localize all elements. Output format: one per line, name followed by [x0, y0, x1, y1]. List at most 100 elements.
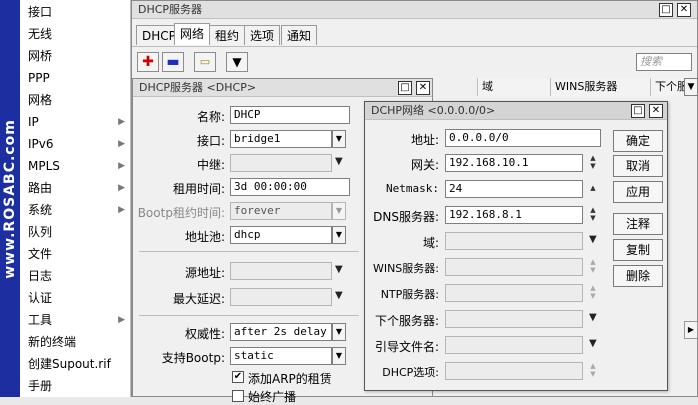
- submenu-arrow-icon: ▶: [118, 183, 125, 193]
- comment-button[interactable]: 注释: [613, 213, 663, 235]
- menu-item-log[interactable]: 日志: [20, 265, 131, 287]
- relay-field[interactable]: [230, 154, 332, 172]
- remove-button[interactable]: 删除: [613, 265, 663, 287]
- menu-item-mpls[interactable]: MPLS ▶: [20, 155, 131, 177]
- authoritative-select[interactable]: after 2s delay: [230, 323, 332, 341]
- search-input[interactable]: 搜索: [636, 53, 692, 71]
- relay-label: 中继:: [196, 158, 225, 172]
- src-address-field[interactable]: [230, 262, 332, 280]
- tab-options[interactable]: 选项: [244, 25, 281, 45]
- netmask-field[interactable]: 24: [445, 180, 583, 198]
- dhcp-option-field[interactable]: [445, 362, 583, 380]
- spinner-updown-icon[interactable]: ▲ ▼: [588, 206, 598, 224]
- comment-icon[interactable]: ▭: [194, 52, 216, 72]
- column-dropdown-icon[interactable]: ▼: [684, 78, 698, 96]
- delay-threshold-label: 最大延迟:: [172, 292, 225, 306]
- address-pool-select[interactable]: dhcp: [230, 226, 332, 244]
- column-header-wins[interactable]: WINS服务器: [550, 78, 650, 96]
- menu-item-mesh[interactable]: 网格: [20, 89, 131, 111]
- wins-server-field[interactable]: [445, 258, 583, 276]
- menu-item-routing[interactable]: 路由 ▶: [20, 177, 131, 199]
- ntp-server-field[interactable]: [445, 284, 583, 302]
- gateway-field[interactable]: 192.168.10.1: [445, 154, 583, 172]
- chevron-down-icon[interactable]: ▼: [332, 323, 346, 341]
- maximize-button[interactable]: □: [398, 81, 412, 95]
- menu-item-label: 工具: [28, 313, 53, 327]
- spinner-updown-icon[interactable]: ▲ ▼: [588, 284, 598, 302]
- menu-item-system[interactable]: 系统 ▶: [20, 199, 131, 221]
- add-icon[interactable]: ✚: [137, 52, 159, 72]
- address-field[interactable]: 0.0.0.0/0: [445, 129, 601, 147]
- chevron-down-icon[interactable]: ▼: [332, 347, 346, 365]
- menu-item-new-terminal[interactable]: 新的终端: [20, 331, 131, 353]
- menu-item-radius[interactable]: 认证: [20, 287, 131, 309]
- name-field[interactable]: DHCP: [230, 106, 350, 124]
- close-button[interactable]: ✕: [677, 3, 691, 17]
- menu-item-ip[interactable]: IP ▶: [20, 111, 131, 133]
- menu-item-wireless[interactable]: 无线: [20, 23, 131, 45]
- scroll-right-icon[interactable]: ▶: [684, 321, 698, 339]
- expand-arrow-icon[interactable]: ▼: [589, 234, 597, 245]
- menu-item-bridge[interactable]: 网桥: [20, 45, 131, 67]
- menu-item-make-supout[interactable]: 创建Supout.rif: [20, 353, 131, 375]
- chevron-down-icon[interactable]: ▼: [332, 130, 346, 148]
- delay-threshold-field[interactable]: [230, 288, 332, 306]
- tab-alerts[interactable]: 通知: [281, 25, 318, 45]
- next-server-label: 下个服务器:: [374, 314, 439, 328]
- menu-item-interfaces[interactable]: 接口: [20, 1, 131, 23]
- window-title: DHCP服务器 <DHCP>: [139, 81, 257, 94]
- interface-select[interactable]: bridge1: [230, 130, 332, 148]
- menu-item-label: 文件: [28, 247, 53, 261]
- chevron-down-icon[interactable]: ▼: [332, 226, 346, 244]
- filter-icon[interactable]: ▼: [226, 52, 248, 72]
- dns-server-field[interactable]: 192.168.8.1: [445, 206, 583, 224]
- address-label: 地址:: [410, 133, 439, 147]
- submenu-arrow-icon: ▶: [118, 139, 125, 149]
- menu-item-label: 网格: [28, 93, 53, 107]
- tab-networks[interactable]: 网络: [174, 23, 211, 45]
- ok-button[interactable]: 确定: [613, 130, 663, 152]
- spinner-updown-icon[interactable]: ▲ ▼: [588, 154, 598, 172]
- window-titlebar: DHCP服务器: [132, 1, 697, 19]
- expand-arrow-icon[interactable]: ▼: [589, 338, 597, 349]
- column-header-domain[interactable]: 域: [477, 78, 550, 96]
- close-button[interactable]: ✕: [416, 81, 430, 95]
- lease-time-field[interactable]: 3d 00:00:00: [230, 178, 350, 196]
- bootp-support-select[interactable]: static: [230, 347, 332, 365]
- cancel-button[interactable]: 取消: [613, 155, 663, 177]
- bootp-lease-label: Bootp租约时间:: [137, 206, 225, 220]
- menu-item-ipv6[interactable]: IPv6 ▶: [20, 133, 131, 155]
- menu-item-ppp[interactable]: PPP: [20, 67, 131, 89]
- domain-field[interactable]: [445, 232, 583, 250]
- spinner-updown-icon[interactable]: ▲ ▼: [588, 258, 598, 276]
- apply-button[interactable]: 应用: [613, 181, 663, 203]
- collapse-arrow-icon[interactable]: ▲: [588, 180, 598, 198]
- copy-button[interactable]: 复制: [613, 239, 663, 261]
- bootp-lease-field[interactable]: forever: [230, 202, 332, 220]
- menu-item-files[interactable]: 文件: [20, 243, 131, 265]
- menu-item-label: 新的终端: [28, 335, 77, 349]
- boot-file-label: 引导文件名:: [374, 340, 439, 354]
- window-titlebar: DCHP网络 <0.0.0.0/0>: [365, 102, 667, 120]
- bootp-support-label: 支持Bootp:: [161, 351, 225, 365]
- always-broadcast-checkbox[interactable]: [232, 390, 244, 402]
- expand-arrow-icon[interactable]: ▼: [335, 290, 343, 301]
- next-server-field[interactable]: [445, 310, 583, 328]
- maximize-button[interactable]: □: [631, 104, 645, 118]
- add-arp-checkbox[interactable]: ✔: [232, 371, 244, 383]
- column-header-next-server[interactable]: 下个服: [650, 78, 684, 96]
- menu-item-queues[interactable]: 队列: [20, 221, 131, 243]
- menu-item-tools[interactable]: 工具 ▶: [20, 309, 131, 331]
- expand-arrow-icon[interactable]: ▼: [335, 264, 343, 275]
- boot-file-field[interactable]: [445, 336, 583, 354]
- src-address-label: 源地址:: [184, 266, 225, 280]
- close-button[interactable]: ✕: [649, 104, 663, 118]
- expand-arrow-icon[interactable]: ▼: [589, 312, 597, 323]
- spinner-updown-icon[interactable]: ▲ ▼: [588, 362, 598, 380]
- expand-arrow-icon[interactable]: ▼: [335, 156, 343, 167]
- maximize-button[interactable]: □: [659, 3, 673, 17]
- remove-icon[interactable]: ▬: [162, 52, 184, 72]
- chevron-down-icon[interactable]: ▼: [332, 202, 346, 220]
- menu-item-manual[interactable]: 手册: [20, 375, 131, 397]
- tab-leases[interactable]: 租约: [209, 25, 246, 45]
